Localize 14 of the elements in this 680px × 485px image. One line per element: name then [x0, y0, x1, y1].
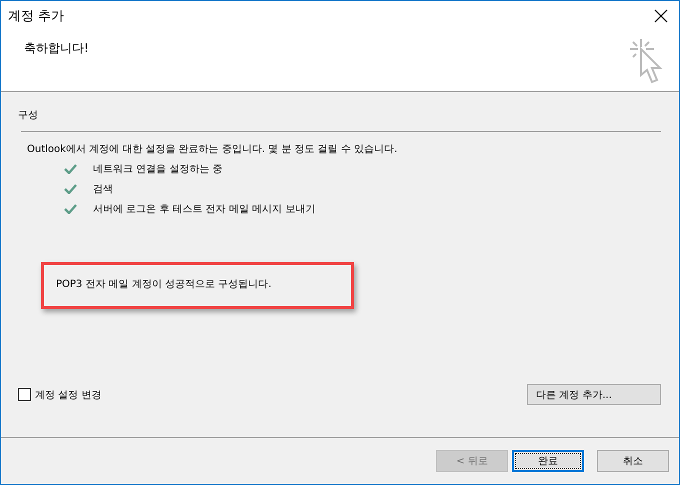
- section-title: 구성: [18, 109, 39, 122]
- sparkle-cursor-icon: [627, 37, 663, 85]
- dialog-button[interactable]: 취소: [597, 450, 669, 472]
- dialog-button[interactable]: 완료: [512, 450, 584, 472]
- change-settings-checkbox[interactable]: 계정 설정 변경: [18, 388, 102, 402]
- result-message: POP3 전자 메일 계정이 성공적으로 구성됩니다.: [41, 262, 354, 309]
- step-label: 서버에 로그온 후 테스트 전자 메일 메시지 보내기: [93, 203, 316, 216]
- window-title: 계정 추가: [8, 8, 64, 25]
- close-icon: [654, 9, 668, 23]
- status-text: Outlook에서 계정에 대한 설정을 완료하는 중입니다. 몇 분 정도 걸릴 수 있습니다.: [27, 143, 398, 156]
- add-account-button[interactable]: 다른 계정 추가...: [527, 384, 661, 405]
- step-label: 검색: [93, 183, 113, 196]
- header-heading: 축하합니다!: [24, 40, 89, 57]
- step-label: 네트워크 연결을 설정하는 중: [93, 163, 223, 176]
